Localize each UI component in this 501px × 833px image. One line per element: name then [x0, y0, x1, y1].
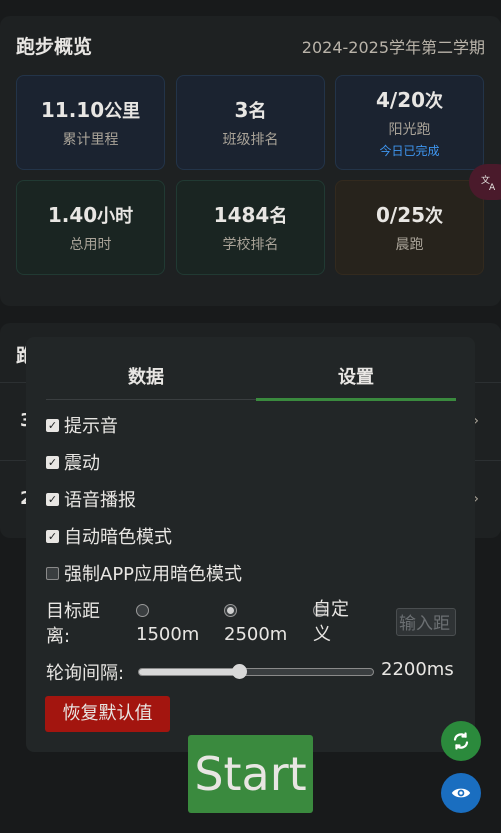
stat-label: 阳光跑 — [388, 122, 431, 138]
overview-title: 跑步概览 — [16, 36, 93, 58]
radio-1500m[interactable] — [136, 604, 149, 617]
stat-value: 1.40小时 — [47, 203, 134, 227]
stat-label: 班级排名 — [222, 132, 279, 148]
option-label: 提示音 — [64, 416, 118, 437]
settings-popover: 数据 设置 ✓ 提示音 ✓ 震动 ✓ 语音播报 ✓ 自动暗色模式 强制APP应用… — [26, 337, 475, 752]
tab-bar: 数据 设置 — [46, 357, 456, 401]
target-distance-label: 目标距离: — [46, 601, 100, 647]
option-label: 强制APP应用暗色模式 — [64, 564, 243, 585]
stat-total-time: 1.40小时 总用时 — [16, 180, 165, 275]
tab-settings[interactable]: 设置 — [256, 357, 456, 401]
stat-morning-run: 0/25次 晨跑 — [335, 180, 484, 275]
poll-interval-label: 轮询间隔: — [46, 663, 125, 684]
option-label: 震动 — [64, 453, 100, 474]
option-label: 自动暗色模式 — [64, 527, 172, 548]
custom-distance-input[interactable]: 输入距 — [396, 608, 456, 636]
stat-value: 3名 — [234, 98, 267, 122]
radio-2500m[interactable] — [224, 604, 237, 617]
option-auto-dark[interactable]: ✓ 自动暗色模式 — [46, 524, 172, 548]
overview-card: 跑步概览 2024-2025学年第二学期 11.10公里 累计里程 3名 班级排… — [0, 16, 501, 306]
option-label: 语音播报 — [64, 490, 136, 511]
slider-fill — [139, 669, 240, 675]
refresh-icon — [453, 732, 469, 750]
option-vibration[interactable]: ✓ 震动 — [46, 450, 100, 474]
visibility-button[interactable] — [441, 773, 481, 813]
voice-checkbox[interactable]: ✓ — [46, 492, 59, 506]
option-force-dark[interactable]: 强制APP应用暗色模式 — [46, 561, 242, 585]
start-button[interactable]: Start — [188, 735, 313, 813]
stat-school-rank: 1484名 学校排名 — [176, 180, 325, 275]
term-label: 2024-2025学年第二学期 — [301, 38, 485, 57]
slider-thumb[interactable] — [232, 664, 248, 679]
stat-class-rank: 3名 班级排名 — [176, 75, 325, 170]
stat-label: 晨跑 — [395, 237, 424, 253]
vibration-checkbox[interactable]: ✓ — [46, 455, 59, 469]
auto-dark-checkbox[interactable]: ✓ — [46, 529, 59, 543]
tab-data[interactable]: 数据 — [46, 357, 246, 399]
translate-button[interactable]: 文 A — [469, 164, 501, 200]
radio-label-custom: 自定义 — [313, 599, 349, 645]
sound-checkbox[interactable]: ✓ — [46, 418, 59, 432]
stat-label: 累计里程 — [62, 132, 119, 148]
poll-interval-slider[interactable] — [138, 668, 374, 676]
option-voice[interactable]: ✓ 语音播报 — [46, 487, 136, 511]
force-dark-checkbox[interactable] — [46, 566, 59, 580]
translate-icon: 文 A — [481, 174, 496, 191]
radio-label-1500m: 1500m — [136, 624, 200, 645]
stat-total-distance: 11.10公里 累计里程 — [16, 75, 165, 170]
today-done-badge: 今日已完成 — [379, 144, 440, 158]
radio-label-2500m: 2500m — [224, 624, 288, 645]
eye-icon — [451, 788, 471, 798]
stat-label: 总用时 — [69, 237, 112, 253]
stat-label: 学校排名 — [222, 237, 279, 253]
stat-value: 11.10公里 — [40, 98, 141, 122]
stat-value: 4/20次 — [375, 88, 444, 112]
reset-defaults-button[interactable]: 恢复默认值 — [45, 696, 170, 732]
refresh-button[interactable] — [441, 721, 481, 761]
stat-sunshine-run: 4/20次 阳光跑 今日已完成 — [335, 75, 484, 170]
stat-value: 1484名 — [213, 203, 288, 227]
option-sound[interactable]: ✓ 提示音 — [46, 413, 118, 437]
svg-text:A: A — [489, 183, 496, 191]
poll-interval-value: 2200ms — [381, 659, 454, 680]
stat-value: 0/25次 — [375, 203, 444, 227]
